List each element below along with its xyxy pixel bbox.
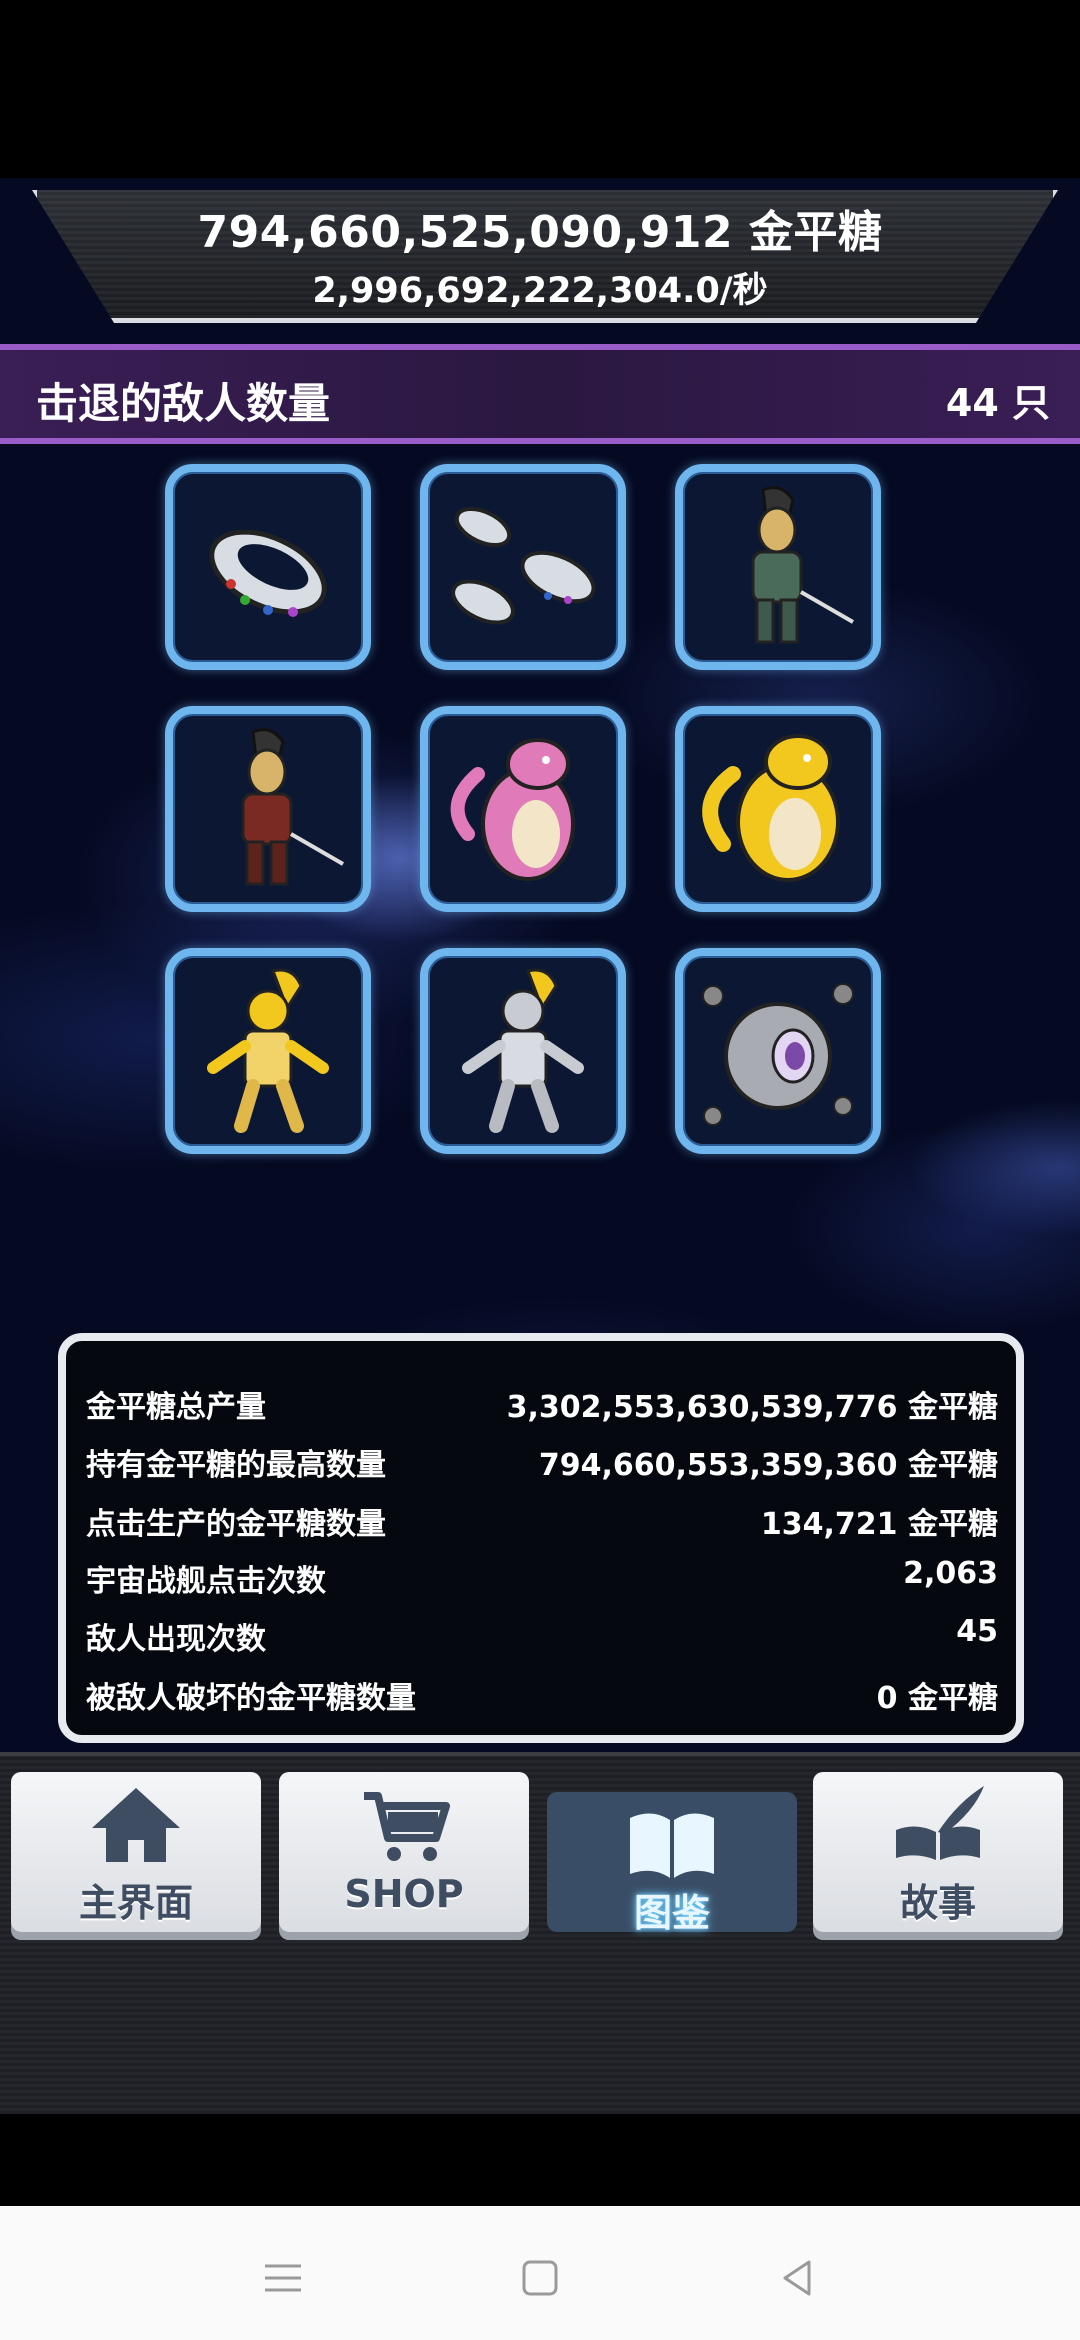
nav-shop-button[interactable]: SHOP xyxy=(279,1772,529,1932)
home-icon xyxy=(92,1788,180,1862)
enemy-card-pink-dragon[interactable] xyxy=(420,706,626,912)
stat-value: 3,302,553,630,539,776 金平糖 xyxy=(506,1390,998,1425)
enemy-card-green-alien[interactable] xyxy=(675,464,881,670)
total-confetti-amount: 794,660,525,090,912 金平糖 xyxy=(197,207,883,258)
nav-home-label: 主界面 xyxy=(78,1881,193,1925)
nav-encyclopedia-button[interactable]: 图鉴 xyxy=(547,1792,797,1935)
nav-home-button[interactable]: 主界面 xyxy=(11,1772,261,1932)
menu-icon[interactable] xyxy=(261,2256,305,2300)
stat-row: 敌人出现次数 45 xyxy=(86,1614,998,1664)
enemy-card-yellow-rabbit[interactable] xyxy=(165,948,371,1154)
back-triangle-icon[interactable] xyxy=(775,2256,819,2300)
nav-story-button[interactable]: 故事 xyxy=(813,1772,1063,1932)
kill-count-value: 44 只 xyxy=(945,381,1050,425)
ufo-fleet-icon xyxy=(451,506,596,625)
green-armored-alien-icon xyxy=(751,486,854,644)
red-armored-alien-icon xyxy=(241,728,344,886)
stat-value: 0 金平糖 xyxy=(876,1681,998,1716)
enemy-card-eye-planet[interactable] xyxy=(675,948,881,1154)
stat-label: 被敌人破坏的金平糖数量 xyxy=(86,1681,416,1716)
book-icon xyxy=(630,1813,714,1878)
stat-value: 134,721 金平糖 xyxy=(760,1507,998,1542)
nav-story-label: 故事 xyxy=(899,1881,976,1925)
stat-row: 宇宙战舰点击次数 2,063 xyxy=(86,1556,998,1606)
stat-value: 794,660,553,359,360 金平糖 xyxy=(538,1448,998,1483)
stat-row: 持有金平糖的最高数量 794,660,553,359,360 金平糖 xyxy=(86,1440,998,1490)
enemy-card-ufo-fleet[interactable] xyxy=(420,464,626,670)
white-rabbit-warrior-icon xyxy=(462,968,584,1133)
eye-planet-icon xyxy=(702,983,854,1126)
yellow-rabbit-warrior-icon xyxy=(207,968,329,1133)
ufo-ship-icon xyxy=(209,529,327,617)
nav-encyclopedia-label: 图鉴 xyxy=(633,1891,710,1935)
stat-label: 敌人出现次数 xyxy=(86,1622,266,1657)
stat-label: 点击生产的金平糖数量 xyxy=(86,1507,386,1542)
pink-dragon-icon xyxy=(450,738,575,881)
home-square-icon[interactable] xyxy=(518,2256,562,2300)
stat-row: 被敌人破坏的金平糖数量 0 金平糖 xyxy=(86,1673,998,1723)
yellow-dragon-icon xyxy=(702,734,840,882)
enemy-card-ufo-ship[interactable] xyxy=(165,464,371,670)
cart-icon xyxy=(364,1792,450,1861)
stat-row: 金平糖总产量 3,302,553,630,539,776 金平糖 xyxy=(86,1382,998,1432)
stat-row: 点击生产的金平糖数量 134,721 金平糖 xyxy=(86,1499,998,1549)
stat-value: 2,063 xyxy=(903,1556,998,1591)
nav-shop-label: SHOP xyxy=(344,1872,464,1916)
stat-label: 宇宙战舰点击次数 xyxy=(86,1564,326,1599)
production-rate: 2,996,692,222,304.0/秒 xyxy=(312,271,768,311)
quill-book-icon xyxy=(896,1786,984,1860)
enemy-card-yellow-dragon[interactable] xyxy=(675,706,881,912)
stat-label: 持有金平糖的最高数量 xyxy=(86,1448,386,1483)
enemy-card-white-rabbit[interactable] xyxy=(420,948,626,1154)
enemy-card-red-alien[interactable] xyxy=(165,706,371,912)
stat-value: 45 xyxy=(956,1614,998,1649)
stat-label: 金平糖总产量 xyxy=(86,1390,266,1425)
enemy-collection-grid xyxy=(165,464,895,1164)
kill-count-title: 击退的敌人数量 xyxy=(36,379,331,428)
